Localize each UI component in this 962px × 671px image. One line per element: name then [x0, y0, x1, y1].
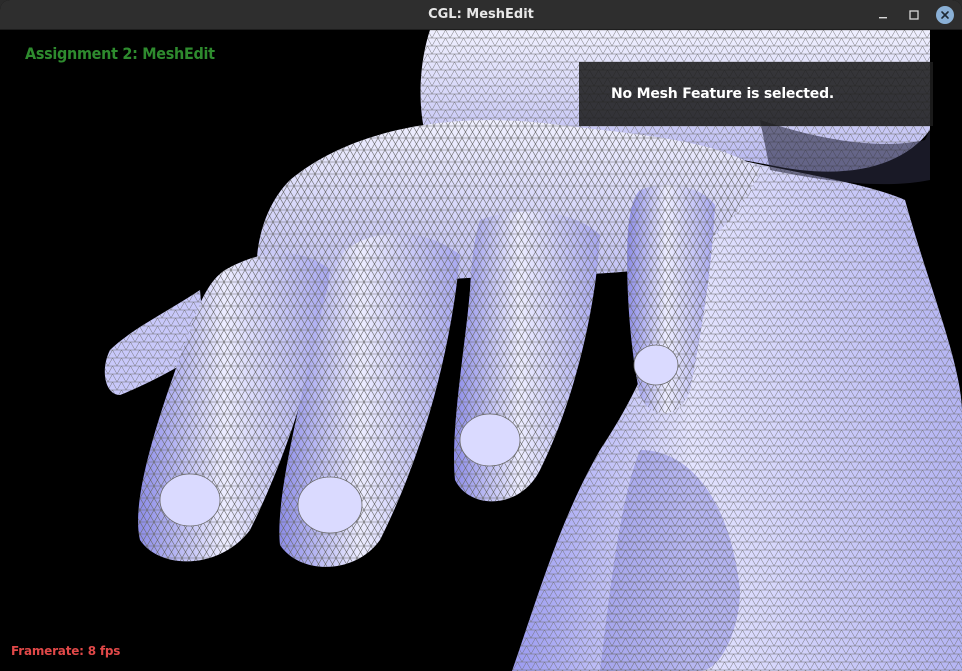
- 3d-viewport[interactable]: Assignment 2: MeshEdit No Mesh Feature i…: [0, 30, 962, 671]
- close-button[interactable]: [935, 5, 955, 25]
- window-title: CGL: MeshEdit: [428, 7, 534, 22]
- minimize-button[interactable]: [873, 5, 893, 25]
- title-bar[interactable]: CGL: MeshEdit: [0, 0, 962, 30]
- app-title: Assignment 2: MeshEdit: [25, 44, 215, 63]
- maximize-button[interactable]: [904, 5, 924, 25]
- finger-3-mesh: [453, 211, 600, 502]
- selection-info-panel: No Mesh Feature is selected.: [579, 62, 933, 126]
- application-window: CGL: MeshEdit Assignment 2: MeshEdit No …: [0, 0, 962, 671]
- maximize-icon: [909, 10, 919, 20]
- selection-status-text: No Mesh Feature is selected.: [611, 86, 835, 102]
- framerate-readout: Framerate: 8 fps: [11, 644, 121, 658]
- mesh-render[interactable]: [0, 30, 962, 671]
- minimize-icon: [879, 17, 887, 19]
- close-icon: [941, 11, 949, 19]
